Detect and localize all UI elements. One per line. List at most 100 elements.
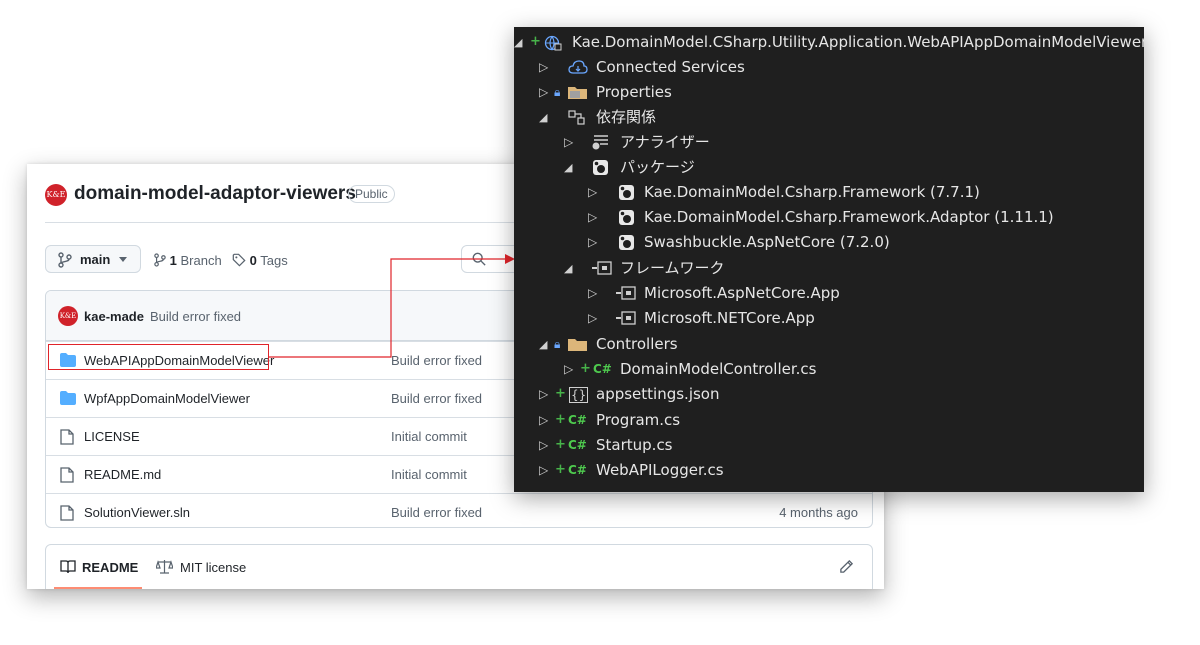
csharp-icon: C# (593, 362, 612, 376)
add-icon: + (530, 34, 541, 49)
collapsed-arrow-icon[interactable]: ▷ (588, 205, 597, 230)
branch-selector[interactable]: main (45, 245, 141, 273)
tree-item-label: Microsoft.NETCore.App (644, 309, 815, 327)
tag-count: 0 (249, 253, 257, 268)
collapsed-arrow-icon[interactable]: ▷ (564, 357, 573, 382)
file-icon (60, 429, 74, 445)
expanded-arrow-icon[interactable]: ◢ (564, 256, 572, 281)
pencil-icon[interactable] (839, 559, 854, 574)
branch-label: Branch (180, 253, 222, 268)
search-icon (472, 252, 486, 266)
tree-item-label: Microsoft.AspNetCore.App (644, 284, 840, 302)
csharp-icon: C# (568, 413, 587, 427)
tab-readme-label: README (82, 560, 139, 575)
package-icon (619, 210, 634, 225)
package-icon (619, 185, 634, 200)
add-icon: + (555, 412, 566, 427)
file-commit-message[interactable]: Build error fixed (391, 353, 482, 368)
tree-item-label: 依存関係 (596, 108, 657, 126)
expanded-arrow-icon[interactable]: ◢ (564, 155, 572, 180)
tree-item-label: フレームワーク (620, 259, 725, 277)
collapsed-arrow-icon[interactable]: ▷ (539, 382, 548, 407)
file-icon (60, 467, 74, 483)
package-icon (593, 160, 608, 175)
chevron-down-icon (119, 257, 127, 262)
add-icon: + (555, 386, 566, 401)
collapsed-arrow-icon[interactable]: ▷ (539, 80, 548, 105)
collapsed-arrow-icon[interactable]: ▷ (588, 230, 597, 255)
csharp-icon: C# (568, 438, 587, 452)
web-project-icon (544, 35, 562, 51)
file-name[interactable]: LICENSE (84, 429, 140, 444)
commit-author[interactable]: kae-made (84, 309, 144, 324)
file-commit-message[interactable]: Initial commit (391, 429, 467, 444)
dependencies-icon (568, 110, 585, 125)
tree-item-label: Controllers (596, 335, 678, 353)
tab-license-label: MIT license (180, 560, 247, 575)
expanded-arrow-icon[interactable]: ◢ (514, 30, 522, 55)
framework-icon (592, 261, 612, 275)
folder-icon (568, 339, 587, 351)
file-commit-message[interactable]: Build error fixed (391, 391, 482, 406)
json-icon: {} (569, 387, 589, 403)
file-commit-message[interactable]: Initial commit (391, 467, 467, 482)
collapsed-arrow-icon[interactable]: ▷ (539, 458, 548, 483)
lock-icon: 🔒︎ (554, 85, 561, 99)
framework-icon (616, 286, 636, 300)
package-icon (619, 235, 634, 250)
collapsed-arrow-icon[interactable]: ▷ (539, 408, 548, 433)
tree-item-label: パッケージ (620, 158, 695, 176)
tree-item-label: Kae.DomainModel.Csharp.Framework (7.7.1) (644, 183, 980, 201)
tree-item-label: appsettings.json (596, 385, 720, 403)
add-icon: + (580, 361, 591, 376)
framework-icon (616, 311, 636, 325)
file-date: 4 months ago (779, 505, 858, 520)
tree-item-label: アナライザー (620, 133, 710, 151)
collapsed-arrow-icon[interactable]: ▷ (539, 55, 548, 80)
tab-underline (54, 587, 142, 589)
branches-link[interactable]: 1 Branch (154, 253, 222, 268)
tree-item-label: Connected Services (596, 58, 745, 76)
branch-count: 1 (169, 253, 177, 268)
tag-icon (232, 253, 246, 267)
tree-item-label: Kae.DomainModel.Csharp.Framework.Adaptor… (644, 208, 1054, 226)
folder-icon (60, 391, 76, 405)
file-icon (60, 505, 74, 521)
book-icon (60, 560, 76, 574)
tree-item-label: Kae.DomainModel.CSharp.Utility.Applicati… (572, 33, 1144, 51)
solution-explorer-panel: ◢ + Kae.DomainModel.CSharp.Utility.Appli… (514, 27, 1144, 492)
tree-item-label: DomainModelController.cs (620, 360, 817, 378)
branch-icon (154, 253, 166, 267)
expanded-arrow-icon[interactable]: ◢ (539, 105, 547, 130)
tags-link[interactable]: 0 Tags (232, 253, 288, 268)
tree-item-label: WebAPILogger.cs (596, 461, 724, 479)
file-name[interactable]: README.md (84, 467, 161, 482)
tree-item-label: Swashbuckle.AspNetCore (7.2.0) (644, 233, 890, 251)
collapsed-arrow-icon[interactable]: ▷ (588, 306, 597, 331)
tree-item-label: Program.cs (596, 411, 681, 429)
analyzer-icon (592, 135, 608, 150)
collapsed-arrow-icon[interactable]: ▷ (588, 180, 597, 205)
csharp-icon: C# (568, 463, 587, 477)
expanded-arrow-icon[interactable]: ◢ (539, 332, 547, 357)
branch-icon (58, 252, 72, 268)
file-name[interactable]: WpfAppDomainModelViewer (84, 391, 250, 406)
add-icon: + (555, 462, 566, 477)
commit-message[interactable]: Build error fixed (150, 309, 241, 324)
avatar[interactable]: K&E (58, 306, 78, 326)
file-commit-message[interactable]: Build error fixed (391, 505, 482, 520)
tag-label: Tags (260, 253, 288, 268)
collapsed-arrow-icon[interactable]: ▷ (564, 130, 573, 155)
file-name[interactable]: SolutionViewer.sln (84, 505, 190, 520)
properties-folder-icon (568, 87, 587, 99)
add-icon: + (555, 437, 566, 452)
collapsed-arrow-icon[interactable]: ▷ (539, 433, 548, 458)
cloud-icon (568, 60, 588, 74)
table-row[interactable]: SolutionViewer.sln Build error fixed 4 m… (46, 493, 872, 527)
repo-name[interactable]: domain-model-adaptor-viewers (74, 183, 356, 205)
collapsed-arrow-icon[interactable]: ▷ (588, 281, 597, 306)
tree-item-label: Properties (596, 83, 672, 101)
branch-name: main (80, 252, 111, 267)
readme-section: README MIT license (45, 544, 873, 589)
tree-item-label: Startup.cs (596, 436, 673, 454)
